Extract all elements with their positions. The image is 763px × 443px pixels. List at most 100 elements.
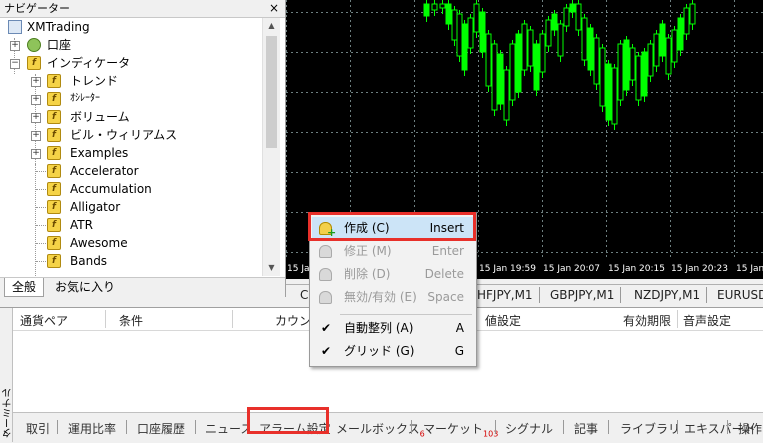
tab-account-history[interactable]: 口座履歴 bbox=[137, 420, 185, 437]
tree-item-xmtrading[interactable]: XMTrading bbox=[0, 18, 262, 36]
tab-common[interactable]: 全般 bbox=[4, 278, 45, 297]
navigator-tabs: 全般 お気に入り bbox=[0, 277, 285, 298]
column-header-value[interactable]: 値設定 bbox=[485, 312, 521, 329]
tree-item-accounts[interactable]: + 口座 bbox=[0, 36, 262, 54]
candle-body bbox=[557, 23, 564, 57]
tab-market[interactable]: マーケット103 bbox=[423, 420, 498, 438]
tab-news[interactable]: ニュース bbox=[205, 420, 252, 437]
tree-item-bands[interactable]: f Bands bbox=[0, 252, 262, 270]
indicator-folder-icon: f bbox=[47, 128, 61, 142]
candle-body bbox=[647, 43, 654, 77]
tree-item-atr[interactable]: f ATR bbox=[0, 216, 262, 234]
indicator-icon: f bbox=[47, 182, 61, 196]
candle-body bbox=[485, 33, 492, 87]
tab-journal[interactable]: 操作 bbox=[738, 420, 762, 437]
column-header-sound[interactable]: 音声設定 bbox=[683, 312, 731, 329]
menu-item-auto-arrange[interactable]: ✔ 自動整列 (A) A bbox=[312, 317, 474, 340]
terminal-icon bbox=[8, 20, 22, 34]
navigator-tree: XMTrading + 口座 − f インディケータ + f トレンド + f … bbox=[0, 18, 262, 276]
indicator-folder-icon: f bbox=[47, 146, 61, 160]
menu-item-toggle-enable[interactable]: 無効/有効 (E) Space bbox=[312, 286, 474, 309]
tree-item-oscillators[interactable]: + f ｵｼﾚｰﾀｰ bbox=[0, 90, 262, 108]
column-header-condition[interactable]: 条件 bbox=[119, 312, 143, 329]
alerts-tab-highlight bbox=[247, 407, 329, 434]
expand-icon[interactable]: + bbox=[31, 131, 41, 141]
expand-icon[interactable]: + bbox=[31, 95, 41, 105]
tree-item-bill-williams[interactable]: + f ビル・ウィリアムス bbox=[0, 126, 262, 144]
expand-icon[interactable]: + bbox=[10, 41, 20, 51]
expand-icon[interactable]: + bbox=[31, 149, 41, 159]
tab-articles[interactable]: 記事 bbox=[574, 420, 598, 437]
checkmark-icon: ✔ bbox=[321, 344, 332, 358]
candle-body bbox=[617, 43, 624, 101]
menu-item-grid[interactable]: ✔ グリッド (G) G bbox=[312, 340, 474, 363]
indicator-folder-icon: f bbox=[47, 92, 61, 106]
menu-item-modify[interactable]: 修正 (M) Enter bbox=[312, 240, 474, 263]
candle-body bbox=[683, 7, 690, 35]
scroll-down-icon[interactable]: ▼ bbox=[263, 260, 280, 276]
candle-body bbox=[593, 37, 600, 85]
candle-body bbox=[671, 29, 678, 63]
candle-body bbox=[635, 55, 642, 101]
expand-icon[interactable]: + bbox=[31, 113, 41, 123]
indicator-icon: f bbox=[47, 218, 61, 232]
checkmark-icon: ✔ bbox=[321, 321, 332, 335]
collapse-icon[interactable]: − bbox=[10, 59, 20, 69]
candle-body bbox=[611, 67, 618, 125]
candle-body bbox=[456, 13, 463, 57]
tree-item-examples[interactable]: + f Examples bbox=[0, 144, 262, 162]
candle-body bbox=[521, 23, 528, 71]
tab-signals[interactable]: シグナル bbox=[505, 420, 553, 437]
candle-body bbox=[623, 39, 630, 91]
candle-body bbox=[563, 7, 570, 27]
candle-body bbox=[581, 17, 588, 61]
candle-body bbox=[479, 11, 486, 53]
navigator-scrollbar[interactable]: ▲ ▼ bbox=[262, 18, 280, 276]
time-label: 15 Jan 20:15 bbox=[608, 264, 665, 274]
tree-item-trend[interactable]: + f トレンド bbox=[0, 72, 262, 90]
tab-chart-symbol[interactable]: HFJPY,M1 bbox=[471, 287, 540, 303]
tab-chart-symbol[interactable]: GBPJPY,M1 bbox=[544, 287, 622, 303]
close-icon[interactable]: × bbox=[269, 0, 279, 17]
indicator-folder-icon: f bbox=[47, 110, 61, 124]
time-label: 15 Jan 19:59 bbox=[479, 264, 536, 274]
column-header-symbol[interactable]: 通貨ペア bbox=[20, 312, 68, 329]
column-header-expiration[interactable]: 有効期限 bbox=[623, 312, 671, 329]
candle-body bbox=[629, 47, 636, 81]
time-label: 15 Jan 20:23 bbox=[671, 264, 728, 274]
candle-body bbox=[665, 37, 672, 75]
candle-body bbox=[587, 27, 594, 71]
tree-item-accumulation[interactable]: f Accumulation bbox=[0, 180, 262, 198]
candle-body bbox=[467, 17, 474, 49]
tree-item-awesome[interactable]: f Awesome bbox=[0, 234, 262, 252]
tab-chart-symbol[interactable]: NZDJPY,M1 bbox=[628, 287, 708, 303]
tab-favorites[interactable]: お気に入り bbox=[48, 278, 122, 296]
tab-exposure[interactable]: 運用比率 bbox=[68, 420, 116, 437]
market-count-badge: 103 bbox=[483, 429, 499, 439]
scroll-up-icon[interactable]: ▲ bbox=[263, 18, 280, 34]
candle-body bbox=[497, 53, 504, 105]
tree-item-alligator[interactable]: f Alligator bbox=[0, 198, 262, 216]
candle-body bbox=[509, 43, 516, 101]
candle-body bbox=[423, 3, 430, 17]
candle-body bbox=[545, 19, 552, 47]
candle-body bbox=[439, 3, 446, 9]
menu-item-delete[interactable]: 削除 (D) Delete bbox=[312, 263, 474, 286]
candle-body bbox=[569, 3, 576, 13]
candle-body bbox=[605, 63, 612, 121]
candle-body bbox=[533, 43, 540, 91]
scrollbar-thumb[interactable] bbox=[266, 36, 277, 148]
tab-chart-symbol[interactable]: EURUSD bbox=[711, 287, 763, 303]
navigator-title-bar: ナビゲーター × bbox=[0, 0, 285, 18]
tree-item-indicators[interactable]: − f インディケータ bbox=[0, 54, 262, 72]
tree-item-accelerator[interactable]: f Accelerator bbox=[0, 162, 262, 180]
indicator-icon: f bbox=[47, 200, 61, 214]
tab-trade[interactable]: 取引 bbox=[26, 420, 50, 437]
candle-body bbox=[551, 13, 558, 31]
tab-code-base[interactable]: ライブラリ bbox=[620, 420, 680, 437]
alarm-bell-delete-icon bbox=[319, 268, 332, 281]
expand-icon[interactable]: + bbox=[31, 77, 41, 87]
candle-body bbox=[575, 3, 582, 31]
time-label: 15 Jan bbox=[736, 264, 763, 274]
tree-item-volumes[interactable]: + f ボリューム bbox=[0, 108, 262, 126]
